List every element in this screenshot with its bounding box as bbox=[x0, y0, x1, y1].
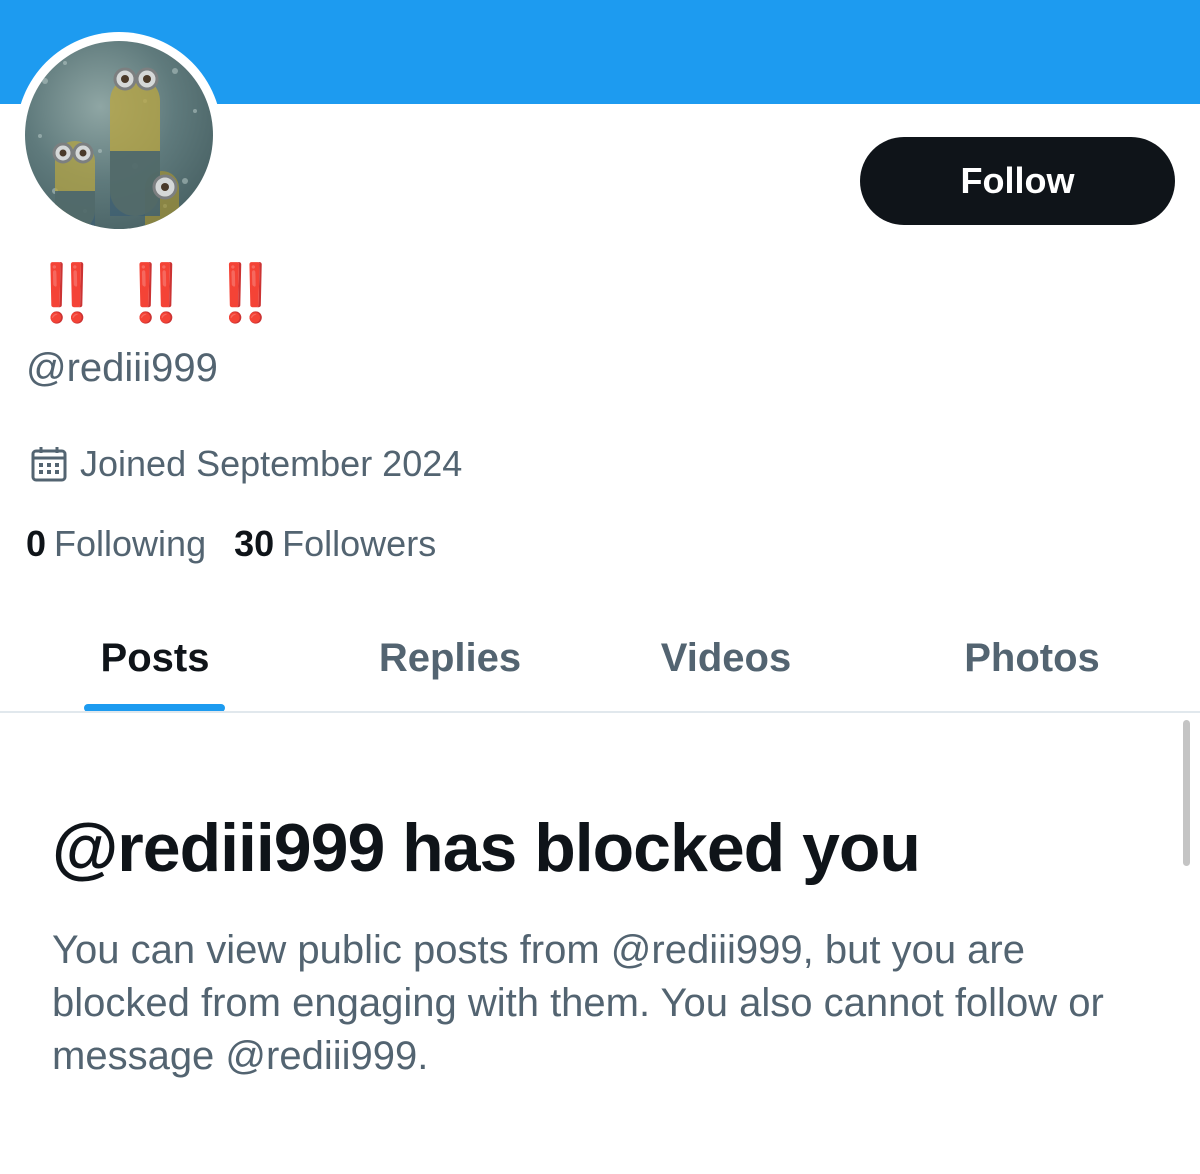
tab-replies[interactable]: Replies bbox=[360, 604, 540, 712]
joined-label: Joined September 2024 bbox=[80, 443, 463, 484]
joined-date: Joined September 2024 bbox=[30, 440, 462, 488]
tab-videos[interactable]: Videos bbox=[640, 604, 812, 712]
display-name: ‼️ ‼️ ‼️ bbox=[32, 261, 283, 324]
followers-count: 30 bbox=[234, 523, 275, 564]
blocked-title: @rediii999 has blocked you bbox=[52, 810, 921, 886]
following-stat[interactable]: 0 Following bbox=[26, 520, 206, 568]
tab-posts[interactable]: Posts bbox=[84, 604, 226, 712]
follow-button[interactable]: Follow bbox=[860, 137, 1175, 225]
profile-tabs: Posts Replies Videos Photos bbox=[0, 604, 1200, 712]
following-count: 0 bbox=[26, 523, 47, 564]
following-label: Following bbox=[54, 523, 207, 564]
scrollbar[interactable] bbox=[1183, 720, 1190, 866]
minions-avatar-image bbox=[38, 61, 197, 229]
tabs-divider bbox=[0, 711, 1200, 713]
profile-handle: @rediii999 bbox=[26, 346, 218, 390]
profile-stats: 0 Following 30 Followers bbox=[26, 520, 464, 568]
blocked-description: You can view public posts from @rediii99… bbox=[52, 928, 1104, 1078]
followers-label: Followers bbox=[282, 523, 437, 564]
followers-stat[interactable]: 30 Followers bbox=[234, 520, 436, 568]
tab-photos[interactable]: Photos bbox=[944, 604, 1120, 712]
avatar[interactable] bbox=[25, 41, 213, 229]
calendar-icon bbox=[31, 447, 67, 482]
